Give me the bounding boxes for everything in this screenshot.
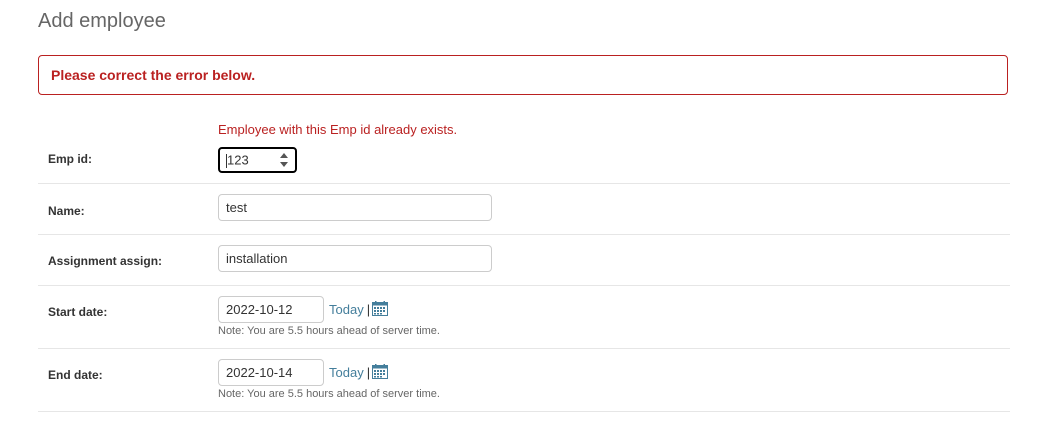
- form-row-start-date: Start date: 2022-10-12 Today | Note: You …: [38, 286, 1010, 349]
- spinner-up-icon[interactable]: [280, 153, 288, 158]
- form-row-assignment: Assignment assign: installation: [38, 235, 1010, 286]
- calendar-icon[interactable]: [372, 364, 389, 379]
- assignment-label: Assignment assign:: [48, 254, 163, 268]
- emp-id-input[interactable]: 123: [218, 147, 297, 173]
- emp-id-error: Employee with this Emp id already exists…: [218, 122, 458, 137]
- start-date-help: Note: You are 5.5 hours ahead of server …: [218, 325, 440, 337]
- spinner-down-icon[interactable]: [280, 162, 288, 167]
- name-label: Name:: [48, 204, 85, 218]
- page-title: Add employee: [38, 10, 166, 32]
- start-date-shortcuts: Today |: [329, 301, 389, 317]
- end-date-today-link[interactable]: Today: [329, 365, 364, 380]
- form-row-end-date: End date: 2022-10-14 Today | Note: You ar…: [38, 349, 1010, 412]
- emp-id-value: 123: [227, 152, 249, 168]
- assignment-input[interactable]: installation: [218, 245, 492, 272]
- error-note: Please correct the error below.: [38, 55, 1008, 95]
- name-input[interactable]: test: [218, 194, 492, 221]
- end-date-shortcuts: Today |: [329, 364, 389, 380]
- emp-id-label: Emp id:: [48, 152, 92, 166]
- start-date-input[interactable]: 2022-10-12: [218, 296, 324, 323]
- number-spinner-icon[interactable]: [280, 153, 288, 167]
- add-employee-page: Add employee Please correct the error be…: [0, 0, 1040, 422]
- shortcut-separator: |: [366, 365, 371, 380]
- calendar-icon[interactable]: [372, 301, 389, 316]
- form-row-emp-id: Employee with this Emp id already exists…: [38, 110, 1010, 184]
- start-date-label: Start date:: [48, 305, 108, 319]
- form-row-name: Name: test: [38, 184, 1010, 235]
- end-date-help: Note: You are 5.5 hours ahead of server …: [218, 388, 440, 400]
- shortcut-separator: |: [366, 302, 371, 317]
- end-date-input[interactable]: 2022-10-14: [218, 359, 324, 386]
- start-date-today-link[interactable]: Today: [329, 302, 364, 317]
- end-date-label: End date:: [48, 368, 103, 382]
